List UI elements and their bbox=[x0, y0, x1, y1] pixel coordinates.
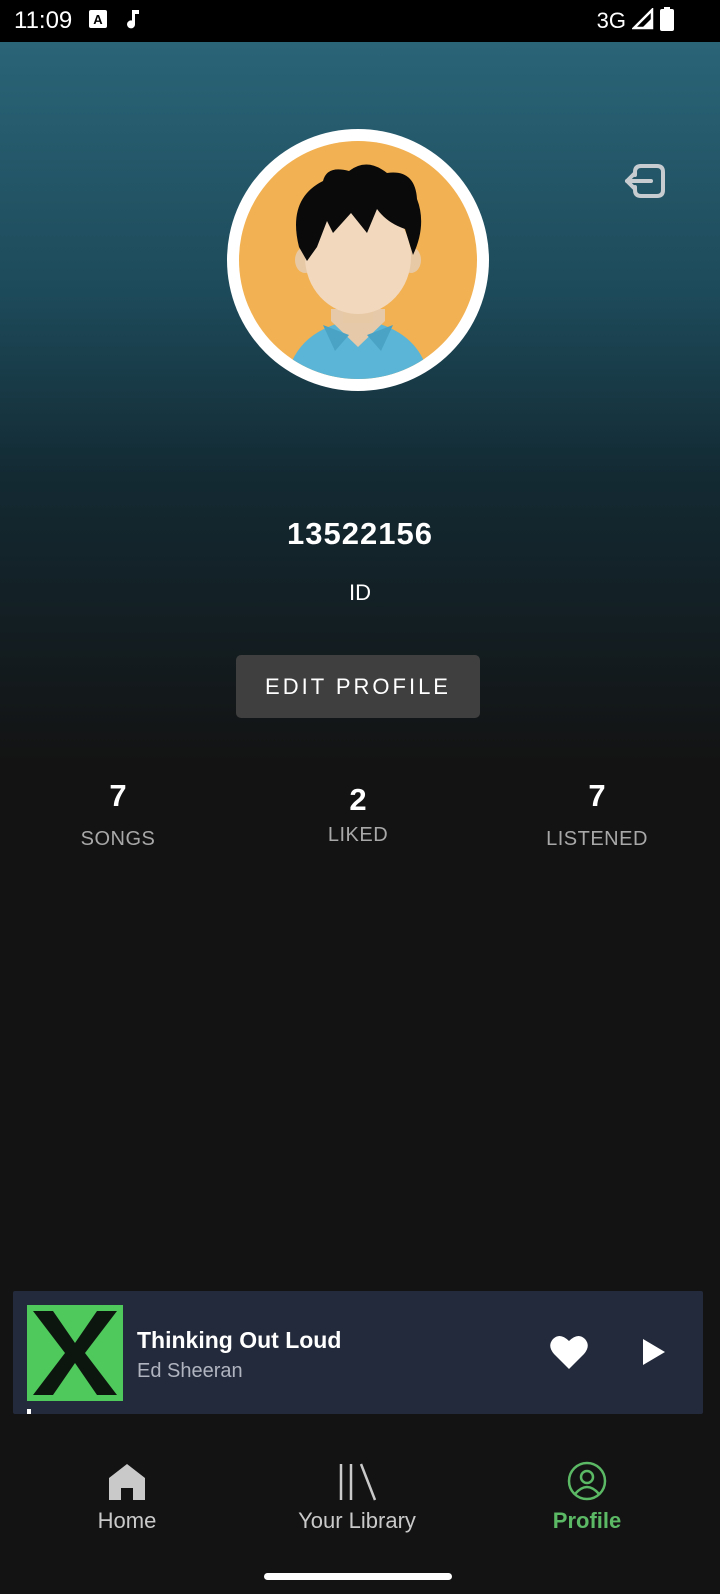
nav-label-profile: Profile bbox=[552, 1508, 622, 1533]
music-note-icon bbox=[124, 8, 142, 35]
bottom-nav: Home Your Library Profile bbox=[0, 1414, 720, 1594]
nav-label-library: Your Library bbox=[298, 1508, 416, 1533]
svg-text:A: A bbox=[94, 12, 104, 27]
profile-icon bbox=[487, 1458, 687, 1502]
stat-songs-label: SONGS bbox=[80, 828, 156, 850]
network-type: 3G bbox=[596, 8, 626, 33]
stat-liked-label: LIKED bbox=[327, 824, 389, 846]
play-icon[interactable] bbox=[641, 1337, 667, 1367]
avatar bbox=[227, 129, 489, 391]
home-icon bbox=[27, 1458, 227, 1502]
nav-item-library[interactable]: Your Library bbox=[257, 1458, 457, 1534]
stat-songs-value: 7 bbox=[109, 778, 127, 813]
stat-songs: 7 SONGS bbox=[18, 778, 218, 851]
home-indicator[interactable] bbox=[264, 1573, 452, 1580]
logout-icon[interactable] bbox=[623, 156, 673, 206]
stat-listened-value: 7 bbox=[588, 778, 606, 813]
stat-listened: 7 LISTENED bbox=[497, 778, 697, 851]
signal-icon bbox=[630, 6, 654, 35]
heart-icon[interactable] bbox=[549, 1333, 589, 1371]
nav-label-home: Home bbox=[97, 1508, 157, 1533]
accessibility-notification-icon: A bbox=[88, 9, 108, 34]
user-id-label: ID bbox=[349, 580, 371, 605]
status-time: 11:09 bbox=[14, 7, 73, 34]
album-art[interactable] bbox=[27, 1305, 123, 1401]
track-title: Thinking Out Loud bbox=[137, 1327, 342, 1353]
edit-profile-button[interactable]: EDIT PROFILE bbox=[236, 655, 480, 718]
status-bar: 11:09 A 3G bbox=[0, 0, 720, 42]
stat-liked-value: 2 bbox=[349, 782, 367, 817]
nav-item-profile[interactable]: Profile bbox=[487, 1458, 687, 1534]
library-icon bbox=[257, 1458, 457, 1502]
stat-listened-label: LISTENED bbox=[546, 828, 648, 850]
username: 13522156 bbox=[287, 516, 433, 551]
battery-icon bbox=[660, 6, 674, 36]
now-playing-bar[interactable]: Thinking Out Loud Ed Sheeran bbox=[13, 1291, 703, 1414]
track-artist: Ed Sheeran bbox=[137, 1360, 243, 1382]
stat-liked: 2 LIKED bbox=[258, 782, 458, 847]
nav-item-home[interactable]: Home bbox=[27, 1458, 227, 1534]
